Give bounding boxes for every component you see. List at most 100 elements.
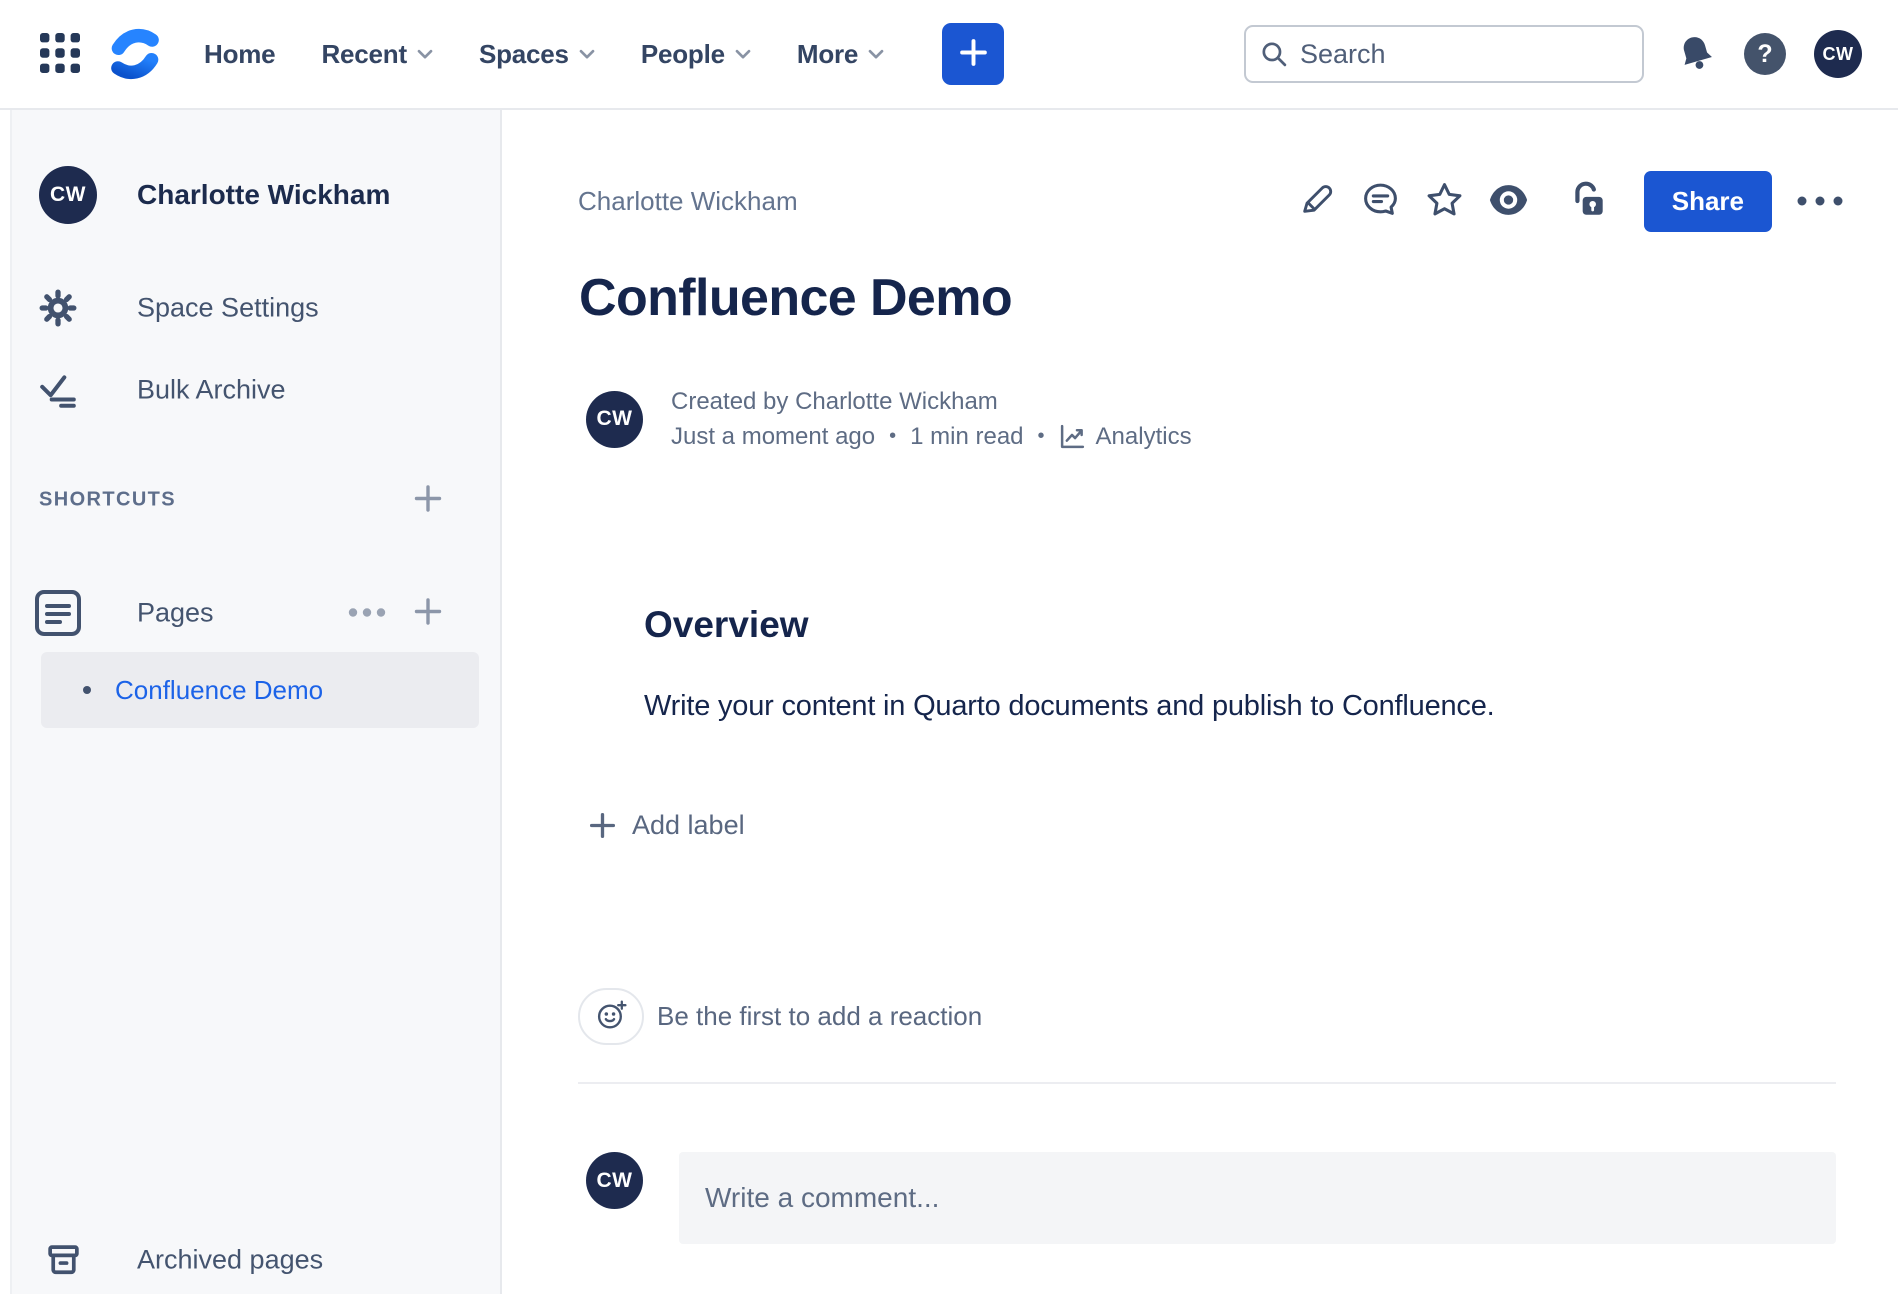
search-box [1244,25,1644,83]
content-divider [578,1082,1836,1084]
analytics-label: Analytics [1096,419,1192,454]
app-body: CW Charlotte Wickham Space Settings [0,110,1898,1294]
nav-item-spaces[interactable]: Spaces [479,39,595,70]
add-label-button[interactable]: Add label [588,810,745,841]
confluence-app: Home Recent Spaces People More [0,0,1898,1296]
shortcuts-section-header: SHORTCUTS [12,478,500,522]
nav-people-label: People [641,39,725,70]
more-icon [1797,194,1843,209]
byline: CW Created by Charlotte Wickham Just a m… [586,384,1192,454]
commenter-avatar-initials: CW [597,1169,633,1193]
primary-navigation: Home Recent Spaces People More [204,39,930,70]
favorite-button[interactable] [1422,178,1468,224]
plus-icon [412,596,444,631]
help-button[interactable]: ? [1744,33,1786,75]
archived-pages-label: Archived pages [137,1245,323,1276]
pencil-icon [1298,181,1335,221]
section-heading: Overview [644,604,809,646]
add-shortcut-button[interactable] [412,483,444,518]
share-button-label: Share [1672,186,1744,217]
add-reaction-button[interactable] [578,988,644,1045]
help-icon: ? [1757,40,1772,69]
edit-button[interactable] [1294,178,1340,224]
user-avatar[interactable]: CW [1814,30,1862,78]
confluence-logo[interactable] [106,26,164,82]
nav-item-recent[interactable]: Recent [321,39,433,70]
bullet-icon [83,686,91,694]
nav-more-label: More [797,39,858,70]
reaction-prompt: Be the first to add a reaction [657,1001,982,1032]
author-avatar-initials: CW [597,407,633,431]
ellipsis-icon [348,606,386,621]
nav-item-more[interactable]: More [797,39,884,70]
byline-text: Created by Charlotte Wickham Just a mome… [671,384,1192,454]
app-switcher-button[interactable] [38,32,82,76]
comment-section: CW Write a comment... [586,1152,1836,1244]
page-content: Charlotte Wickham [502,110,1898,1294]
watch-button[interactable] [1486,178,1532,224]
chevron-down-icon [579,49,595,60]
nav-home-label: Home [204,39,275,70]
pages-more-button[interactable] [348,606,386,621]
space-avatar-initials: CW [50,183,86,207]
sidebar-collapse-rail[interactable] [0,110,12,1294]
search-input[interactable] [1300,39,1654,70]
analytics-link[interactable]: Analytics [1059,419,1192,454]
page-tree-item-selected[interactable]: Confluence Demo [41,652,479,728]
analytics-icon [1059,423,1086,450]
plus-icon [412,483,444,518]
comment-input[interactable]: Write a comment... [679,1152,1836,1244]
separator-dot [1038,419,1045,454]
sidebar-item-label: Space Settings [137,293,319,324]
notifications-button[interactable] [1676,33,1716,76]
pages-tree-header[interactable]: Pages [12,586,500,640]
chevron-down-icon [735,49,751,60]
sidebar-item-archived-pages[interactable]: Archived pages [12,1234,500,1286]
chevron-down-icon [417,49,433,60]
shortcuts-heading: SHORTCUTS [39,489,176,512]
top-nav-bar: Home Recent Spaces People More [0,0,1898,110]
sidebar-item-label: Bulk Archive [137,375,286,406]
eye-icon [1488,183,1529,220]
comment-bubble-icon [1361,180,1400,222]
page-more-button[interactable] [1794,178,1846,224]
gear-icon [34,289,82,327]
search-icon [1260,40,1288,68]
unlock-icon [1570,180,1608,223]
create-button[interactable] [942,23,1004,85]
sidebar-item-space-settings[interactable]: Space Settings [12,280,500,336]
author-avatar: CW [586,391,643,448]
space-name[interactable]: Charlotte Wickham [137,179,390,211]
body-paragraph: Write your content in Quarto documents a… [644,690,1495,723]
pages-label: Pages [137,598,214,629]
read-time: 1 min read [910,419,1023,454]
sidebar-item-bulk-archive[interactable]: Bulk Archive [12,362,500,418]
smiley-add-reaction-icon [595,999,628,1035]
add-page-button[interactable] [412,596,444,631]
space-avatar: CW [39,166,97,224]
nav-item-home[interactable]: Home [204,39,275,70]
plus-icon [588,811,617,840]
archive-box-icon [45,1242,82,1279]
nav-item-people[interactable]: People [641,39,751,70]
page-tree-item-label: Confluence Demo [115,675,323,706]
share-button[interactable]: Share [1644,171,1772,232]
comment-button[interactable] [1358,178,1404,224]
restrictions-button[interactable] [1566,178,1612,224]
page-title: Confluence Demo [579,268,1012,328]
star-icon [1425,180,1464,222]
created-by: Created by Charlotte Wickham [671,384,1192,419]
chevron-down-icon [868,49,884,60]
byline-meta: Just a moment ago 1 min read Analytics [671,419,1192,454]
nav-spaces-label: Spaces [479,39,569,70]
pages-icon [33,588,83,638]
space-header: CW Charlotte Wickham [39,166,390,224]
timestamp: Just a moment ago [671,419,875,454]
plus-icon [958,37,989,71]
commenter-avatar: CW [586,1152,643,1209]
space-sidebar: CW Charlotte Wickham Space Settings [12,110,502,1294]
page-actions: Share [1276,170,1846,232]
breadcrumb[interactable]: Charlotte Wickham [578,184,798,218]
user-avatar-initials: CW [1823,44,1854,65]
bell-icon [1676,33,1716,76]
